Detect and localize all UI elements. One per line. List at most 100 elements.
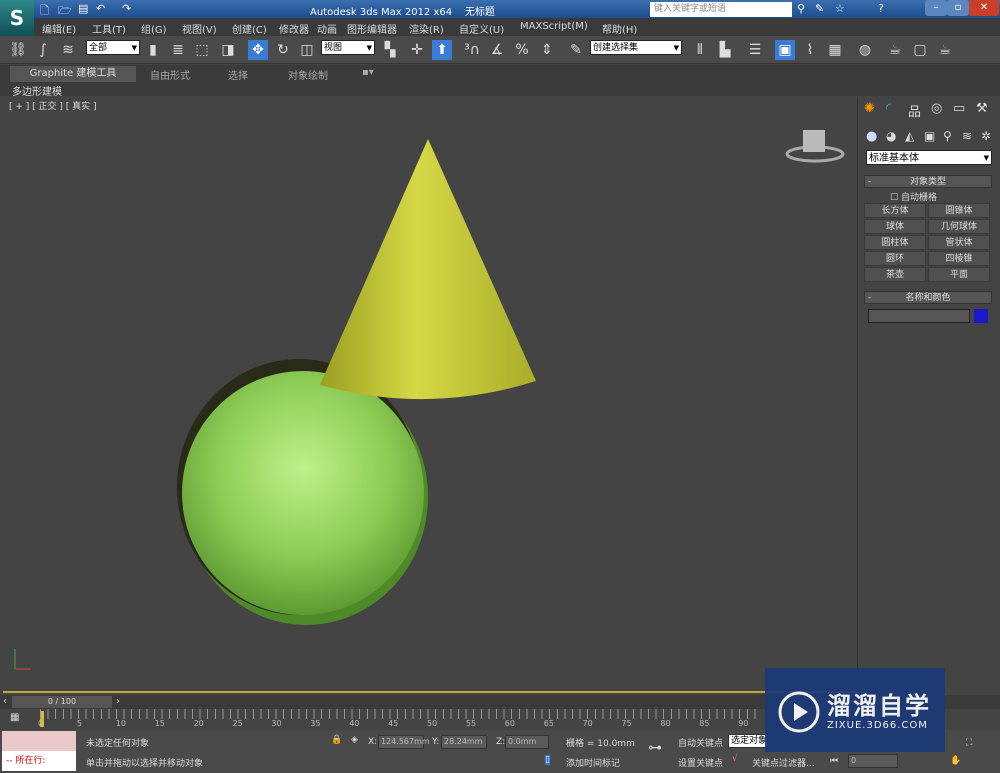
display-tab-icon[interactable]: ▭ (953, 101, 965, 116)
lights-icon[interactable]: ◭ (905, 129, 914, 143)
app-logo[interactable]: S (0, 0, 34, 36)
minimize-button[interactable]: – (925, 0, 947, 16)
render-setup-icon[interactable]: ☕ (885, 40, 905, 60)
goto-start-icon[interactable]: ⏮ (830, 756, 838, 766)
tube-button[interactable]: 管状体 (928, 235, 990, 250)
wrench-icon[interactable]: ✎ (815, 2, 824, 15)
ribbon-toggle-icon[interactable]: ▣ (775, 40, 795, 60)
key-tangent-icon[interactable]: √ (732, 754, 738, 764)
select-by-name-icon[interactable]: ≣ (168, 40, 188, 60)
menu-customize[interactable]: 自定义(U) (459, 21, 504, 36)
autogrid-checkbox[interactable]: ☐ 自动栅格 (890, 190, 937, 203)
absolute-mode-icon[interactable]: ◈ (351, 735, 358, 745)
curve-editor-icon[interactable]: ⌇ (800, 40, 820, 60)
menu-help[interactable]: 帮助(H) (602, 21, 637, 36)
prev-frame-icon[interactable]: ‹ (3, 696, 7, 707)
shapes-icon[interactable]: ◕ (886, 129, 896, 143)
tab-selection[interactable]: 选择 (228, 67, 248, 82)
zoom-extents-icon[interactable]: ⛶ (966, 738, 972, 748)
x-coordinate-field[interactable]: 124.567mm (378, 735, 430, 749)
rect-selection-icon[interactable]: ⬚ (192, 40, 212, 60)
maximize-button[interactable]: ▫ (947, 0, 969, 16)
material-editor-icon[interactable]: ◍ (855, 40, 875, 60)
percent-snap-icon[interactable]: % (512, 40, 532, 60)
menu-tools[interactable]: 工具(T) (92, 21, 126, 36)
object-name-input[interactable] (868, 309, 970, 323)
systems-icon[interactable]: ✲ (981, 129, 991, 143)
rotate-icon[interactable]: ↻ (273, 40, 293, 60)
move-icon[interactable]: ✥ (248, 40, 268, 60)
star-icon[interactable]: ☆ (835, 2, 845, 15)
mini-curve-editor-icon[interactable]: ▦ (10, 712, 19, 723)
cylinder-button[interactable]: 圆柱体 (864, 235, 926, 250)
schematic-view-icon[interactable]: ▦ (825, 40, 845, 60)
help-icon[interactable]: ? (878, 2, 884, 15)
menu-rendering[interactable]: 渲染(R) (409, 21, 444, 36)
reference-coordinate-dropdown[interactable]: 视图 (321, 40, 375, 56)
next-frame-icon[interactable]: › (116, 696, 120, 707)
menu-group[interactable]: 组(G) (141, 21, 167, 36)
tab-object-paint[interactable]: 对象绘制 (288, 67, 328, 82)
lock-icon[interactable]: 🔒 (331, 735, 342, 745)
spacewarps-icon[interactable]: ≋ (962, 129, 972, 143)
menu-modifiers[interactable]: 修改器 (279, 21, 309, 36)
viewport-perspective[interactable]: [ + ] [ 正交 ] [ 真实 ] (3, 97, 858, 693)
keyboard-shortcut-icon[interactable]: ⬆ (432, 40, 452, 60)
bind-spacewarp-icon[interactable]: ≋ (58, 40, 78, 60)
menu-graph-editors[interactable]: 图形编辑器 (347, 21, 397, 36)
object-color-swatch[interactable] (974, 309, 988, 323)
save-icon[interactable]: ▤ (78, 2, 88, 15)
menu-animation[interactable]: 动画 (317, 21, 337, 36)
pan-icon[interactable]: ✋ (950, 756, 961, 766)
undo-icon[interactable]: ↶ (96, 2, 105, 15)
snap-toggle-icon[interactable]: ³∩ (462, 40, 482, 60)
manipulate-icon[interactable]: ✛ (407, 40, 427, 60)
motion-tab-icon[interactable]: ◎ (931, 101, 942, 116)
add-time-tag[interactable]: 添加时间标记 (566, 756, 620, 769)
auto-key-button[interactable]: 自动关键点 (678, 736, 723, 749)
z-coordinate-field[interactable]: 0.0mm (505, 735, 549, 749)
time-tag-icon[interactable]: ▯ (545, 755, 550, 765)
link-icon[interactable]: ⛓ (8, 40, 28, 60)
layer-manager-icon[interactable]: ☰ (745, 40, 765, 60)
edit-named-selection-icon[interactable]: ✎ (566, 40, 586, 60)
close-button[interactable]: ✕ (969, 0, 999, 16)
name-color-rollout[interactable]: - 名称和颜色 (864, 291, 992, 304)
select-object-icon[interactable]: ▮ (143, 40, 163, 60)
menu-maxscript[interactable]: MAXScript(M) (520, 21, 588, 32)
angle-snap-icon[interactable]: ∡ (487, 40, 507, 60)
unlink-icon[interactable]: ∫ (33, 40, 53, 60)
current-frame-field[interactable]: 0 (848, 754, 898, 768)
spinner-snap-icon[interactable]: ⇕ (537, 40, 557, 60)
torus-button[interactable]: 圆环 (864, 251, 926, 266)
viewcube[interactable] (785, 130, 845, 163)
set-key-button[interactable]: 设置关键点 (678, 756, 723, 769)
selection-filter-dropdown[interactable]: 全部 (86, 40, 140, 56)
script-line[interactable]: -- 所在行: (2, 751, 76, 771)
time-slider-thumb[interactable]: 0 / 100 (12, 696, 112, 708)
helpers-icon[interactable]: ⚲ (943, 129, 952, 143)
plane-button[interactable]: 平面 (928, 267, 990, 282)
window-crossing-icon[interactable]: ◨ (218, 40, 238, 60)
scale-icon[interactable]: ◫ (297, 40, 317, 60)
cone-button[interactable]: 圆锥体 (928, 203, 990, 218)
ribbon-options-icon[interactable]: ▪▾ (362, 67, 374, 78)
teapot-button[interactable]: 茶壶 (864, 267, 926, 282)
key-mode-dropdown[interactable]: 选定对象 (728, 734, 768, 748)
polygon-modeling-label[interactable]: 多边形建模 (12, 83, 62, 98)
sphere-button[interactable]: 球体 (864, 219, 926, 234)
render-icon[interactable]: ☕ (935, 40, 955, 60)
menu-edit[interactable]: 编辑(E) (42, 21, 76, 36)
hierarchy-tab-icon[interactable]: 品 (908, 101, 921, 120)
box-button[interactable]: 长方体 (864, 203, 926, 218)
tab-graphite[interactable]: Graphite 建模工具 (10, 66, 136, 82)
binoculars-icon[interactable]: ⚲ (797, 2, 805, 15)
y-coordinate-field[interactable]: 28.24mm (441, 735, 487, 749)
object-type-rollout[interactable]: - 对象类型 (864, 175, 992, 188)
utilities-tab-icon[interactable]: ⚒ (976, 101, 988, 116)
geosphere-button[interactable]: 几何球体 (928, 219, 990, 234)
geometry-icon[interactable]: ● (866, 129, 877, 144)
rendered-frame-icon[interactable]: ▢ (910, 40, 930, 60)
key-filters-button[interactable]: 关键点过滤器... (752, 756, 815, 769)
pyramid-button[interactable]: 四棱锥 (928, 251, 990, 266)
